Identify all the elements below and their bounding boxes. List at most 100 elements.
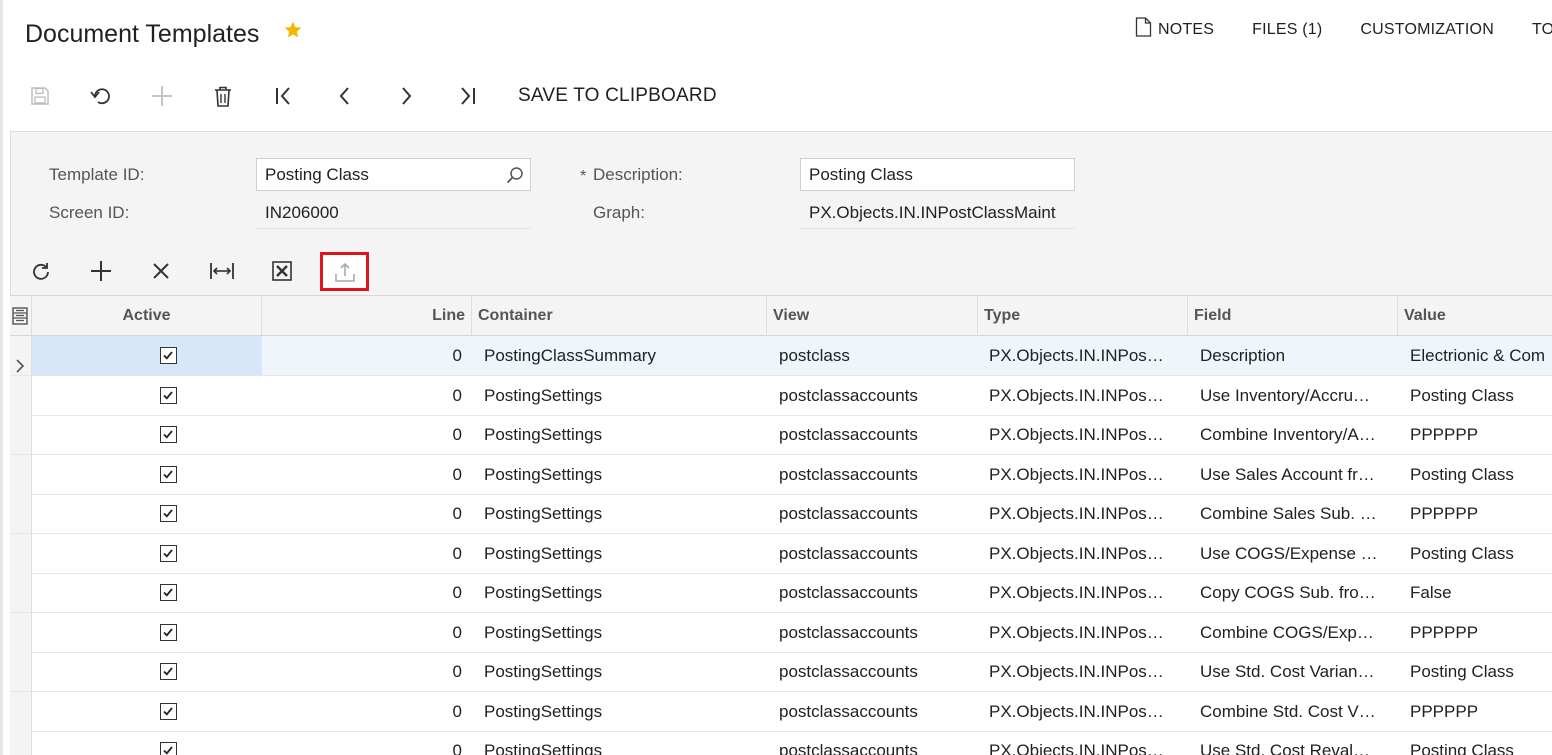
container-cell[interactable]: PostingSettings	[484, 731, 764, 755]
undo-button[interactable]	[81, 76, 121, 116]
container-cell[interactable]: PostingSettings	[484, 652, 764, 691]
value-cell[interactable]: PPPPPP	[1410, 494, 1552, 533]
container-cell[interactable]: PostingSettings	[484, 494, 764, 533]
template-id-field[interactable]: Posting Class	[256, 158, 531, 191]
line-cell[interactable]: 0	[262, 573, 470, 612]
value-cell[interactable]: Posting Class	[1410, 376, 1552, 415]
value-cell[interactable]: Posting Class	[1410, 731, 1552, 755]
col-header-field[interactable]: Field	[1188, 296, 1398, 336]
col-header-value[interactable]: Value	[1398, 296, 1552, 336]
table-row[interactable]: 0 PostingSettings postclassaccounts PX.Obje…	[10, 415, 1552, 455]
row-selector[interactable]	[10, 454, 32, 494]
container-cell[interactable]: PostingSettings	[484, 613, 764, 652]
view-cell[interactable]: postclassaccounts	[779, 573, 979, 612]
container-cell[interactable]: PostingSettings	[484, 455, 764, 494]
view-cell[interactable]: postclassaccounts	[779, 731, 979, 755]
type-cell[interactable]: PX.Objects.IN.INPos…	[989, 534, 1179, 573]
container-cell[interactable]: PostingSettings	[484, 534, 764, 573]
line-cell[interactable]: 0	[262, 455, 470, 494]
value-cell[interactable]: False	[1410, 573, 1552, 612]
line-cell[interactable]: 0	[262, 652, 470, 691]
type-cell[interactable]: PX.Objects.IN.INPos…	[989, 692, 1179, 731]
table-row[interactable]: 0 PostingSettings postclassaccounts PX.Obje…	[10, 375, 1552, 416]
row-selector[interactable]	[10, 494, 32, 533]
table-row[interactable]: 0 PostingSettings postclassaccounts PX.Obje…	[10, 454, 1552, 495]
line-cell[interactable]: 0	[262, 415, 470, 454]
refresh-button[interactable]	[21, 253, 61, 289]
line-cell[interactable]: 0	[262, 376, 470, 415]
table-row[interactable]: 0 PostingSettings postclassaccounts PX.Obje…	[10, 533, 1552, 574]
field-cell[interactable]: Use Sales Account fr…	[1200, 455, 1390, 494]
delete-button[interactable]	[203, 76, 243, 116]
line-cell[interactable]: 0	[262, 731, 470, 755]
row-selector[interactable]	[10, 533, 32, 573]
notes-link[interactable]: NOTES	[1135, 17, 1214, 42]
field-cell[interactable]: Use COGS/Expense …	[1200, 534, 1390, 573]
active-checkbox[interactable]	[160, 426, 177, 443]
view-cell[interactable]: postclassaccounts	[779, 494, 979, 533]
field-cell[interactable]: Description	[1200, 336, 1390, 375]
field-cell[interactable]: Use Std. Cost Varian…	[1200, 652, 1390, 691]
row-selector[interactable]	[10, 731, 32, 755]
col-header-container[interactable]: Container	[472, 296, 767, 336]
field-cell[interactable]: Copy COGS Sub. fro…	[1200, 573, 1390, 612]
col-header-line[interactable]: Line	[262, 296, 472, 336]
active-checkbox[interactable]	[160, 663, 177, 680]
type-cell[interactable]: PX.Objects.IN.INPos…	[989, 731, 1179, 755]
line-cell[interactable]: 0	[262, 494, 470, 533]
upload-button[interactable]	[320, 252, 369, 291]
field-cell[interactable]: Combine COGS/Exp…	[1200, 613, 1390, 652]
value-cell[interactable]: Posting Class	[1410, 455, 1552, 494]
type-cell[interactable]: PX.Objects.IN.INPos…	[989, 613, 1179, 652]
active-checkbox[interactable]	[160, 742, 177, 755]
type-cell[interactable]: PX.Objects.IN.INPos…	[989, 652, 1179, 691]
description-field[interactable]: Posting Class	[800, 158, 1075, 191]
col-header-type[interactable]: Type	[978, 296, 1188, 336]
view-cell[interactable]: postclassaccounts	[779, 376, 979, 415]
table-row[interactable]: 0 PostingSettings postclassaccounts PX.Obje…	[10, 731, 1552, 755]
grid-settings-icon[interactable]	[10, 296, 32, 336]
type-cell[interactable]: PX.Objects.IN.INPos…	[989, 415, 1179, 454]
type-cell[interactable]: PX.Objects.IN.INPos…	[989, 573, 1179, 612]
active-checkbox[interactable]	[160, 505, 177, 522]
row-selector[interactable]	[10, 652, 32, 691]
field-cell[interactable]: Combine Inventory/A…	[1200, 415, 1390, 454]
files-link[interactable]: FILES (1)	[1252, 21, 1322, 39]
export-excel-button[interactable]	[262, 253, 302, 289]
line-cell[interactable]: 0	[262, 534, 470, 573]
active-checkbox[interactable]	[160, 544, 177, 562]
field-cell[interactable]: Use Std. Cost Reval…	[1200, 731, 1390, 755]
type-cell[interactable]: PX.Objects.IN.INPos…	[989, 494, 1179, 533]
active-checkbox[interactable]	[160, 465, 177, 483]
view-cell[interactable]: postclassaccounts	[779, 534, 979, 573]
container-cell[interactable]: PostingSettings	[484, 415, 764, 454]
table-row[interactable]: 0 PostingSettings postclassaccounts PX.Obje…	[10, 494, 1552, 534]
save-button[interactable]	[20, 76, 60, 116]
search-icon[interactable]	[506, 166, 524, 189]
col-header-view[interactable]: View	[767, 296, 978, 336]
favorite-star-icon[interactable]	[283, 20, 303, 45]
active-checkbox[interactable]	[160, 702, 177, 720]
customization-link[interactable]: CUSTOMIZATION	[1360, 21, 1494, 39]
view-cell[interactable]: postclassaccounts	[779, 455, 979, 494]
value-cell[interactable]: PPPPPP	[1410, 613, 1552, 652]
col-header-active[interactable]: Active	[32, 296, 262, 336]
view-cell[interactable]: postclassaccounts	[779, 692, 979, 731]
field-cell[interactable]: Combine Std. Cost V…	[1200, 692, 1390, 731]
line-cell[interactable]: 0	[262, 613, 470, 652]
first-record-button[interactable]	[264, 76, 304, 116]
line-cell[interactable]: 0	[262, 692, 470, 731]
container-cell[interactable]: PostingClassSummary	[484, 336, 764, 375]
value-cell[interactable]: PPPPPP	[1410, 415, 1552, 454]
delete-row-button[interactable]	[141, 253, 181, 289]
row-selector[interactable]	[10, 415, 32, 454]
row-selector[interactable]	[10, 375, 32, 415]
field-cell[interactable]: Combine Sales Sub. …	[1200, 494, 1390, 533]
table-row[interactable]: 0 PostingSettings postclassaccounts PX.Obje…	[10, 691, 1552, 732]
value-cell[interactable]: Posting Class	[1410, 652, 1552, 691]
container-cell[interactable]: PostingSettings	[484, 692, 764, 731]
type-cell[interactable]: PX.Objects.IN.INPos…	[989, 376, 1179, 415]
line-cell[interactable]: 0	[262, 336, 470, 375]
add-row-button[interactable]	[81, 253, 121, 289]
view-cell[interactable]: postclass	[779, 336, 979, 375]
